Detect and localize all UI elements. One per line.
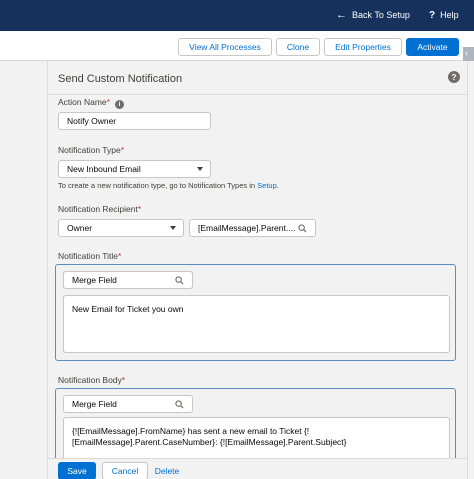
help-text-suffix: . <box>276 181 279 190</box>
help-label: Help <box>440 10 459 20</box>
notification-type-label: Notification Type* <box>58 145 124 155</box>
chevron-left-icon: ‹ <box>465 48 468 58</box>
notification-type-select[interactable]: New Inbound Email <box>58 160 211 178</box>
delete-button[interactable]: Delete <box>152 462 182 479</box>
help-link[interactable]: ? Help <box>429 10 459 20</box>
panel-header: Send Custom Notification ? <box>48 61 467 95</box>
notification-body-label: Notification Body* <box>58 375 125 385</box>
notification-body-text-line: {![EmailMessage].FromName} has sent a ne… <box>72 426 310 436</box>
canvas-left-area <box>0 61 48 479</box>
notification-recipient-label: Notification Recipient* <box>58 204 141 214</box>
recipient-type-select[interactable]: Owner <box>58 219 184 237</box>
search-icon <box>175 400 184 409</box>
merge-field-placeholder: Merge Field <box>72 275 117 285</box>
notification-body-label-text: Notification Body <box>58 375 122 385</box>
clone-button[interactable]: Clone <box>276 38 320 56</box>
setup-link[interactable]: Setup <box>257 181 277 190</box>
canvas-right-area <box>467 61 474 479</box>
action-name-label: Action Name* i <box>58 97 124 109</box>
top-bar: ← Back To Setup ? Help <box>0 0 474 31</box>
info-icon[interactable]: i <box>114 100 124 109</box>
notification-title-text: New Email for Ticket you own <box>72 304 184 314</box>
notification-title-editor: Merge Field New Email for Ticket you own <box>55 264 456 361</box>
activate-button[interactable]: Activate <box>406 38 459 56</box>
help-text-prefix: To create a new notification type, go to… <box>58 181 258 190</box>
required-marker: * <box>121 375 126 385</box>
edit-properties-button[interactable]: Edit Properties <box>324 38 402 56</box>
recipient-type-value: Owner <box>67 223 93 233</box>
chevron-down-icon <box>197 167 203 171</box>
recipient-lookup-input[interactable]: [EmailMessage].Parent.... <box>189 219 316 237</box>
search-icon <box>175 276 184 285</box>
title-merge-field-input[interactable]: Merge Field <box>63 271 193 289</box>
notification-body-text-line: [EmailMessage].Parent.CaseNumber}: {![Em… <box>72 437 347 447</box>
panel-title: Send Custom Notification <box>58 73 183 85</box>
notification-type-help: To create a new notification type, go to… <box>58 181 279 190</box>
notification-title-label: Notification Title* <box>58 251 121 261</box>
search-icon <box>298 224 307 233</box>
body-merge-field-input[interactable]: Merge Field <box>63 395 193 413</box>
notification-title-textarea[interactable]: New Email for Ticket you own <box>63 295 450 353</box>
required-marker: * <box>106 97 110 107</box>
notification-type-label-text: Notification Type <box>58 145 121 155</box>
question-icon: ? <box>429 9 436 21</box>
collapse-toggle[interactable]: ‹ <box>463 47 474 61</box>
save-button[interactable]: Save <box>58 462 96 479</box>
recipient-lookup-value: [EmailMessage].Parent.... <box>198 223 296 233</box>
process-toolbar: View All Processes Clone Edit Properties… <box>0 31 474 61</box>
required-marker: * <box>120 145 124 155</box>
action-name-label-text: Action Name <box>58 97 107 107</box>
view-all-processes-button[interactable]: View All Processes <box>178 38 272 56</box>
chevron-down-icon <box>170 226 176 230</box>
cancel-button[interactable]: Cancel <box>102 462 148 479</box>
help-icon[interactable]: ? <box>448 71 460 83</box>
action-name-input[interactable]: Notify Owner <box>58 112 211 130</box>
merge-field-placeholder: Merge Field <box>72 399 117 409</box>
notification-title-label-text: Notification Title <box>58 251 118 261</box>
notification-recipient-label-text: Notification Recipient <box>58 204 138 214</box>
back-to-setup-label: Back To Setup <box>352 10 410 20</box>
left-arrow-icon: ← <box>336 8 347 21</box>
required-marker: * <box>137 204 142 214</box>
back-to-setup-link[interactable]: ← Back To Setup <box>336 8 410 21</box>
notification-type-value: New Inbound Email <box>67 164 141 174</box>
send-custom-notification-panel: Send Custom Notification ? Action Name* i… <box>48 61 467 479</box>
panel-footer: Save Cancel Delete <box>48 458 467 479</box>
required-marker: * <box>118 251 122 261</box>
